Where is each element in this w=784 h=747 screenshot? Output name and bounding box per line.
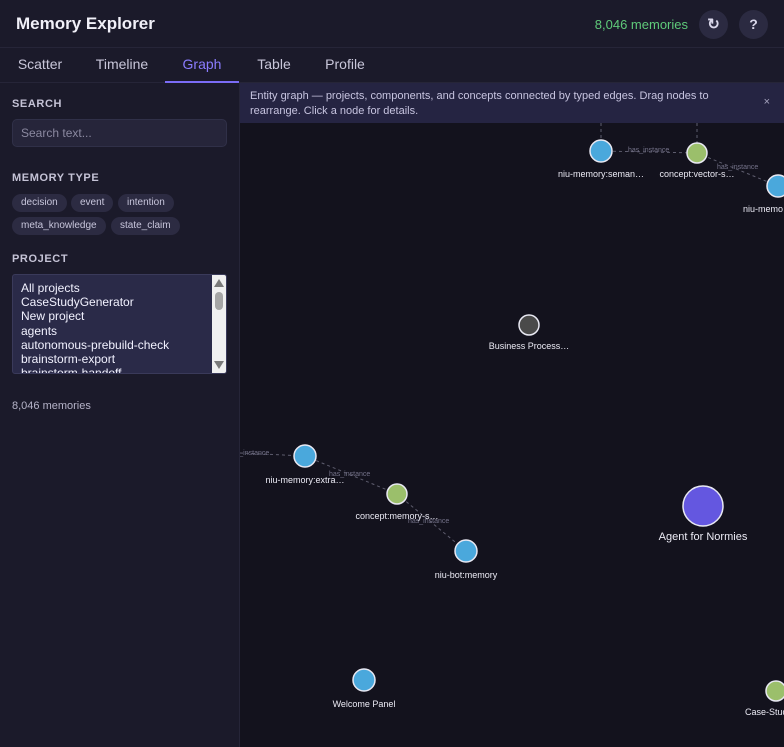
project-option[interactable]: New project [21, 309, 84, 323]
refresh-button[interactable]: ↻ [699, 10, 728, 39]
graph-node-niu-memory[interactable]: niu-memo [743, 174, 784, 214]
type-chip-meta-knowledge[interactable]: meta_knowledge [12, 217, 106, 235]
memory-explorer-app: Memory Explorer 8,046 memories ↻ ? Scatt… [0, 0, 784, 747]
memory-type-label: MEMORY TYPE [12, 172, 100, 184]
scroll-up-arrow-icon[interactable] [214, 279, 224, 287]
project-list-scrollbar[interactable] [212, 275, 226, 373]
project-option[interactable]: brainstorm-export [21, 352, 115, 366]
tab-scatter[interactable]: Scatter [0, 48, 80, 83]
filter-sidebar: SEARCH MEMORY TYPE decision event intent… [0, 83, 240, 747]
graph-node-niu-bot-memory[interactable]: niu-bot:memory [435, 539, 498, 580]
memory-count: 8,046 memories [594, 17, 688, 32]
graph-node-case-study[interactable]: Case-Stud [745, 680, 784, 717]
search-label: SEARCH [12, 98, 63, 110]
graph-node-welcome-panel[interactable]: Welcome Panel [333, 668, 396, 709]
refresh-icon: ↻ [707, 16, 720, 33]
project-listbox[interactable]: All projects CaseStudyGenerator New proj… [12, 274, 227, 374]
node-label: niu-memory:extra… [265, 475, 344, 485]
project-option[interactable]: autonomous-prebuild-check [21, 338, 169, 352]
node-label: niu-memory:seman… [558, 169, 644, 179]
node-label: niu-bot:memory [435, 570, 498, 580]
project-option[interactable]: All projects [21, 281, 80, 295]
help-icon: ? [749, 16, 758, 32]
type-chip-decision[interactable]: decision [12, 194, 67, 212]
node-label: niu-memo [743, 204, 783, 214]
close-icon[interactable]: × [764, 95, 770, 110]
entity-graph[interactable]: has_instance has_instance has_instance h… [240, 83, 784, 747]
edge-label: has_instance [240, 450, 269, 457]
tab-timeline[interactable]: Timeline [82, 48, 162, 83]
graph-node-niu-memory-extractor[interactable]: niu-memory:extra… [265, 444, 345, 485]
node-label: concept:vector-s… [659, 169, 734, 179]
project-label: PROJECT [12, 253, 69, 265]
scroll-thumb[interactable] [215, 292, 223, 310]
graph-node-niu-memory-semantic[interactable]: niu-memory:seman… [558, 139, 644, 179]
node-label: Agent for Normies [659, 531, 748, 543]
banner-text: Entity graph — projects, components, and… [250, 90, 709, 117]
edge-label: has_instance [628, 147, 669, 154]
sidebar-memory-count: 8,046 memories [12, 400, 91, 412]
graph-node-concept-memory-system[interactable]: concept:memory-s… [355, 483, 439, 521]
tab-table[interactable]: Table [244, 48, 304, 83]
project-option[interactable]: CaseStudyGenerator [21, 295, 134, 309]
node-label: Business Process… [489, 341, 570, 351]
tab-graph[interactable]: Graph [165, 48, 239, 83]
view-tabs: Scatter Timeline Graph Table Profile [0, 48, 784, 83]
search-input[interactable] [12, 119, 227, 147]
info-banner: Entity graph — projects, components, and… [240, 83, 784, 123]
graph-node-agent-for-normies[interactable]: Agent for Normies [659, 485, 748, 543]
project-option[interactable]: agents [21, 324, 57, 338]
node-label: Case-Stud [745, 707, 784, 717]
tab-profile[interactable]: Profile [314, 48, 376, 83]
type-chip-state-claim[interactable]: state_claim [111, 217, 180, 235]
type-chip-event[interactable]: event [71, 194, 114, 212]
scroll-down-arrow-icon[interactable] [214, 361, 224, 369]
graph-node-business-process[interactable]: Business Process… [489, 314, 570, 351]
node-label: Welcome Panel [333, 699, 396, 709]
help-button[interactable]: ? [739, 10, 768, 39]
entity-graph-canvas[interactable]: has_instance has_instance has_instance h… [240, 83, 784, 747]
app-header: Memory Explorer 8,046 memories ↻ ? [0, 0, 784, 48]
graph-node-concept-vector-search[interactable]: concept:vector-s… [659, 142, 735, 179]
app-title: Memory Explorer [16, 14, 155, 33]
project-option[interactable]: brainstorm-handoff [21, 366, 122, 373]
node-label: concept:memory-s… [355, 511, 438, 521]
type-chip-intention[interactable]: intention [118, 194, 174, 212]
